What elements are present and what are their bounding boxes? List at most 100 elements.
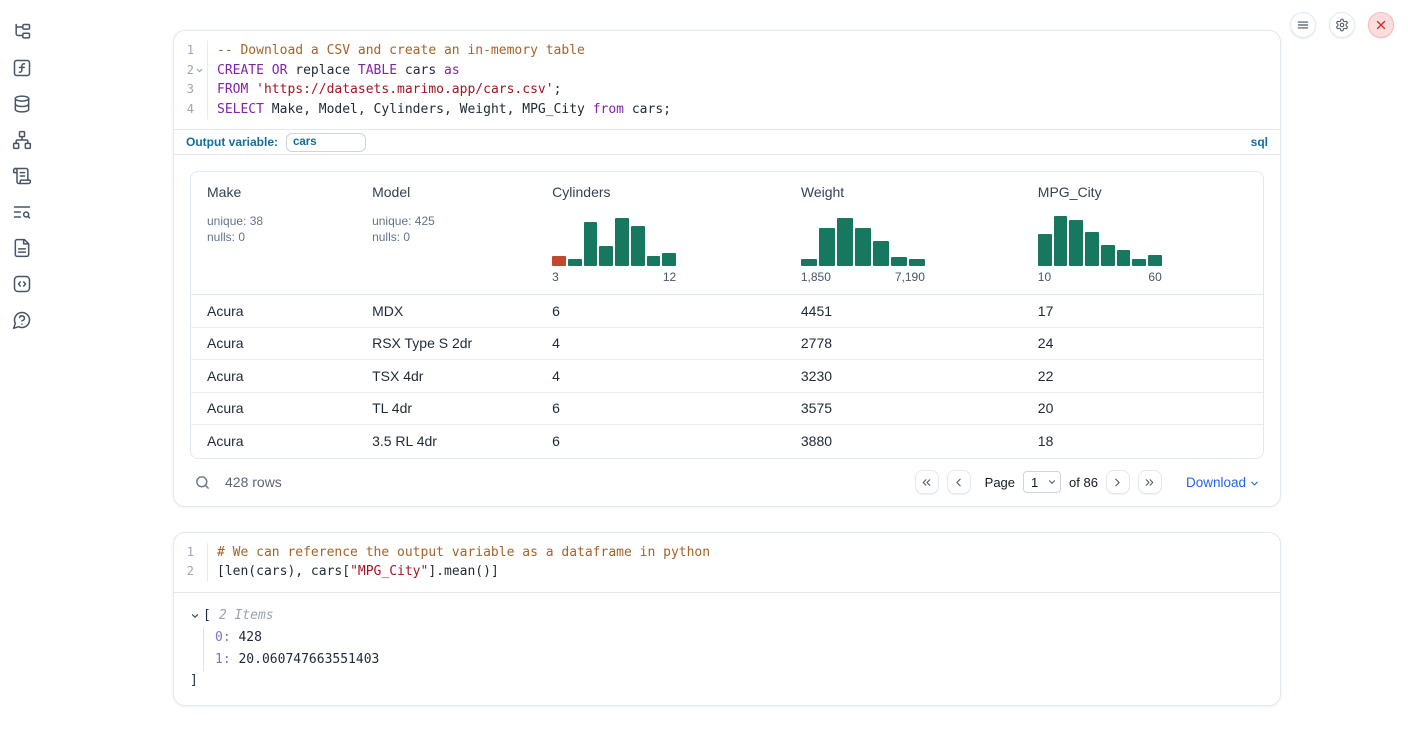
tree-collapse-icon[interactable] (190, 611, 203, 621)
table-cell: 20 (1022, 400, 1263, 416)
column-header-mpg_city[interactable]: MPG_City 1060 (1022, 172, 1263, 294)
table-cell: Acura (191, 368, 356, 384)
table-footer: 428 rows Page 1 of 86 (190, 459, 1264, 506)
tree-entry: 0: 428 (215, 627, 1264, 649)
code-snippets-icon[interactable] (11, 274, 33, 294)
settings-button[interactable] (1329, 12, 1355, 38)
download-button[interactable]: Download (1186, 475, 1260, 490)
column-title: MPG_City (1038, 184, 1247, 200)
output-variable-label: Output variable: (186, 135, 278, 149)
column-header-cylinders[interactable]: Cylinders312 (536, 172, 785, 294)
histogram-bars (552, 214, 676, 266)
notebook: 1 -- Download a CSV and create an in-memo… (173, 30, 1281, 706)
code-token: replace (287, 63, 357, 78)
line-gutter: 1 (174, 41, 208, 61)
page-select[interactable]: 1 (1023, 471, 1061, 493)
table-row: AcuraMDX6445117 (191, 295, 1263, 328)
function-square-icon[interactable] (11, 58, 33, 78)
code-token: ; (554, 82, 562, 97)
scroll-logs-icon[interactable] (11, 166, 33, 186)
histogram-bar (801, 259, 817, 266)
code-line[interactable]: 2CREATE OR replace TABLE cars as (174, 61, 1280, 81)
sql-cell: 1 -- Download a CSV and create an in-memo… (173, 30, 1281, 507)
language-badge: sql (1251, 135, 1268, 149)
gear-icon (1335, 18, 1349, 32)
table-cell: 6 (536, 433, 785, 449)
table-cell: 17 (1022, 303, 1263, 319)
histogram-bar (1054, 216, 1068, 266)
table-cell: TSX 4dr (356, 368, 536, 384)
next-page-button[interactable] (1106, 470, 1130, 494)
column-title: Weight (801, 184, 1006, 200)
histogram-bar (631, 226, 645, 266)
code-token: 'https://datasets.marimo.app/cars.csv' (256, 82, 553, 97)
last-page-button[interactable] (1138, 470, 1162, 494)
first-page-button[interactable] (915, 470, 939, 494)
search-icon[interactable] (194, 474, 211, 491)
column-header-weight[interactable]: Weight1,8507,190 (785, 172, 1022, 294)
histogram-bar (1117, 250, 1131, 266)
code-token: cars (397, 63, 444, 78)
line-number: 2 (180, 61, 194, 81)
prev-page-button[interactable] (947, 470, 971, 494)
table-cell: 24 (1022, 335, 1263, 351)
chevrons-right-icon (1143, 476, 1156, 489)
tree-items-count: 2 Items (219, 605, 274, 627)
code-text: -- Download a CSV and create an in-memor… (208, 41, 585, 61)
column-header-model[interactable]: Modelunique: 425nulls: 0 (356, 172, 536, 294)
row-count: 428 rows (225, 474, 282, 490)
histogram-bar (662, 253, 676, 266)
table-cell: 2778 (785, 335, 1022, 351)
document-icon[interactable] (11, 238, 33, 258)
outline-search-icon[interactable] (11, 202, 33, 222)
column-header-make[interactable]: Makeunique: 38nulls: 0 (191, 172, 356, 294)
table-cell: 6 (536, 400, 785, 416)
code-token: [len(cars), cars[ (217, 564, 350, 579)
sql-code-editor[interactable]: 1 -- Download a CSV and create an in-memo… (174, 31, 1280, 130)
code-line[interactable]: 3FROM 'https://datasets.marimo.app/cars.… (174, 80, 1280, 100)
shutdown-button[interactable] (1368, 12, 1394, 38)
code-token (248, 82, 256, 97)
histogram-bar (1148, 255, 1162, 266)
tree-open-bracket: [ (203, 605, 211, 627)
histogram-bar (1069, 220, 1083, 266)
histogram-bars (801, 214, 925, 266)
total-pages-label: of 86 (1069, 475, 1098, 490)
histogram-bar (599, 246, 613, 266)
code-token: "MPG_City" (350, 564, 428, 579)
help-icon[interactable] (11, 310, 33, 330)
tree-entry: 1: 20.060747663551403 (215, 649, 1264, 671)
histogram-min-label: 10 (1038, 270, 1051, 284)
table-cell: 18 (1022, 433, 1263, 449)
code-line[interactable]: 1# We can reference the output variable … (174, 543, 1280, 563)
code-text: FROM 'https://datasets.marimo.app/cars.c… (208, 80, 561, 100)
histogram-bars (1038, 214, 1162, 266)
code-line[interactable]: 1 -- Download a CSV and create an in-memo… (174, 41, 1280, 61)
histogram-bar (819, 228, 835, 266)
tree-entry-value: 20.060747663551403 (231, 652, 380, 667)
file-tree-icon[interactable] (11, 22, 33, 42)
histogram-max-label: 7,190 (895, 270, 925, 284)
tree-entry-key: 0: (215, 630, 231, 645)
chevron-right-icon (1111, 476, 1124, 489)
database-icon[interactable] (11, 94, 33, 114)
output-variable-input[interactable] (286, 133, 366, 152)
table-row: AcuraRSX Type S 2dr4277824 (191, 328, 1263, 361)
histogram-bar (1101, 245, 1115, 266)
line-number: 1 (180, 41, 194, 61)
fold-chevron-icon[interactable] (194, 65, 205, 76)
code-line[interactable]: 2[len(cars), cars["MPG_City"].mean()] (174, 562, 1280, 582)
table-output: Makeunique: 38nulls: 0Modelunique: 425nu… (174, 155, 1280, 506)
close-icon (1374, 18, 1388, 32)
fold-slot (194, 84, 205, 95)
code-token: TABLE (358, 63, 397, 78)
table-cell: 3880 (785, 433, 1022, 449)
table-body: AcuraMDX6445117AcuraRSX Type S 2dr427782… (191, 295, 1263, 458)
python-code-editor[interactable]: 1# We can reference the output variable … (174, 533, 1280, 593)
histogram-axis-labels: 1060 (1038, 270, 1162, 284)
menu-button[interactable] (1290, 12, 1316, 38)
dependency-graph-icon[interactable] (11, 130, 33, 150)
table-cell: 3575 (785, 400, 1022, 416)
histogram-bar (552, 256, 566, 266)
code-line[interactable]: 4SELECT Make, Model, Cylinders, Weight, … (174, 100, 1280, 120)
